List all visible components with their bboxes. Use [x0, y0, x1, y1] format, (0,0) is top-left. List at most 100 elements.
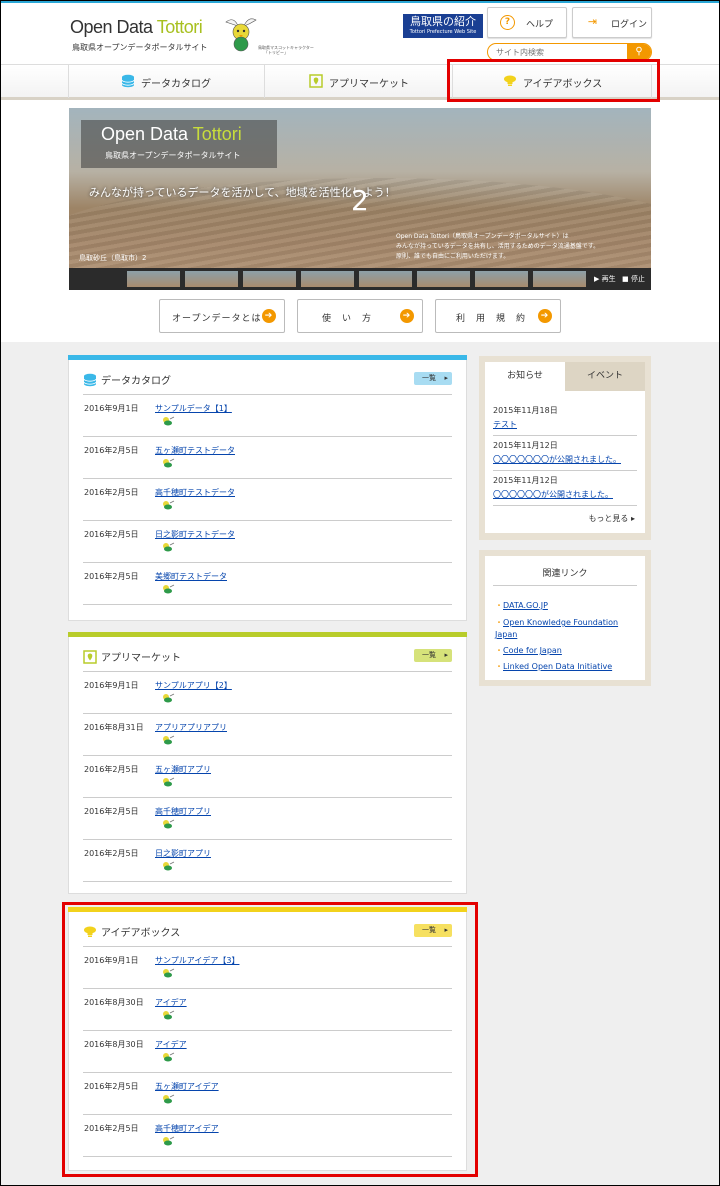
news-link[interactable]: 〇〇〇〇〇〇が公開されました。 [493, 489, 637, 500]
nav-app-market[interactable]: アプリマーケット [264, 65, 452, 98]
mascot-caption: 鳥取県マスコットキャラクター 「トリピー」 [258, 45, 314, 55]
login-icon: ⇥ [587, 15, 598, 28]
database-icon [121, 74, 135, 88]
list-item: 2016年2月5日 五ヶ瀬町アプリ [83, 756, 452, 798]
slide-thumbnail[interactable] [475, 271, 528, 287]
item-link[interactable]: アイデア [155, 997, 187, 1008]
site-header: Open Data Tottori 鳥取県オープンデータポータルサイト 鳥取県マ… [0, 0, 720, 64]
item-link[interactable]: アプリアプリアプリ [155, 722, 227, 733]
item-link[interactable]: 美郷町テストデータ [155, 571, 227, 582]
site-subtitle: 鳥取県オープンデータポータルサイト [72, 43, 208, 52]
site-logo[interactable]: Open Data Tottori [70, 17, 203, 38]
news-item: 2015年11月12日 〇〇〇〇〇〇〇が公開されました。 [493, 440, 637, 471]
list-item: 2016年9月1日 サンプルアプリ【2】 [83, 672, 452, 714]
news-widget: お知らせ イベント 2015年11月18日 テスト 2015年11月12日 〇〇〇〇… [479, 356, 651, 540]
main-nav: データカタログ アプリマーケット アイデアボックス [0, 64, 720, 100]
app-icon [83, 650, 97, 664]
lightbulb-icon [84, 926, 96, 937]
news-item: 2015年11月18日 テスト [493, 405, 637, 436]
slide-thumbnail[interactable] [359, 271, 412, 287]
mascot-icon [163, 861, 175, 871]
terms-button[interactable]: 利 用 規 約 ➔ [435, 299, 561, 333]
list-item: 2016年2月5日 美郷町テストデータ [83, 563, 452, 605]
news-link[interactable]: 〇〇〇〇〇〇〇が公開されました。 [493, 454, 637, 465]
item-link[interactable]: 日之影町テストデータ [155, 529, 235, 540]
list-item: 2016年2月5日 日之影町アプリ [83, 840, 452, 882]
mascot-icon [163, 1052, 175, 1062]
slide-thumbnail[interactable] [243, 271, 296, 287]
related-link[interactable]: ・Open Knowledge Foundation Japan [495, 617, 635, 641]
mascot-icon [163, 500, 175, 510]
catalog-more-button[interactable]: 一覧 [414, 372, 452, 385]
item-link[interactable]: サンプルデータ【1】 [155, 403, 232, 414]
item-link[interactable]: 五ヶ瀬町アプリ [155, 764, 211, 775]
hero-description: Open Data Tottori（鳥取県オープンデータポータルサイト）は みん… [396, 233, 600, 260]
list-item: 2016年2月5日 日之影町テストデータ [83, 521, 452, 563]
mascot-icon [225, 18, 257, 52]
mascot-icon [163, 584, 175, 594]
login-button[interactable]: ⇥ ログイン [572, 7, 652, 38]
item-link[interactable]: 高千穂町アイデア [155, 1123, 219, 1134]
tab-event[interactable]: イベント [565, 362, 645, 391]
news-list: 2015年11月18日 テスト 2015年11月12日 〇〇〇〇〇〇〇が公開されまし… [485, 391, 645, 533]
related-link[interactable]: ・DATA.GO.JP [495, 600, 635, 612]
hero-catchphrase: みんなが持っているデータを活かして、地域を活性化しよう！ [89, 186, 396, 199]
slide-thumbnails: ▶ 再生 ■ 停止 [69, 268, 651, 290]
slide-thumbnail[interactable] [533, 271, 586, 287]
nav-data-catalog[interactable]: データカタログ [68, 65, 264, 98]
search-button[interactable]: ⚲ [627, 44, 651, 60]
app-icon [309, 74, 323, 88]
item-link[interactable]: サンプルアイデア【3】 [155, 955, 239, 966]
item-link[interactable]: 高千穂町テストデータ [155, 487, 235, 498]
ideas-more-button[interactable]: 一覧 [414, 924, 452, 937]
slide-number: 2 [351, 184, 369, 217]
related-links-widget: 関連リンク ・DATA.GO.JP ・Open Knowledge Founda… [479, 550, 651, 686]
item-link[interactable]: アイデア [155, 1039, 187, 1050]
tab-news[interactable]: お知らせ [485, 362, 565, 391]
news-more-link[interactable]: もっと見る ▸ [588, 513, 635, 524]
arrow-right-icon: ➔ [400, 309, 414, 323]
item-link[interactable]: サンプルアプリ【2】 [155, 680, 232, 691]
howto-button[interactable]: 使 い 方 ➔ [297, 299, 423, 333]
database-icon [83, 373, 97, 387]
item-link[interactable]: 高千穂町アプリ [155, 806, 211, 817]
item-link[interactable]: 五ヶ瀬町アイデア [155, 1081, 219, 1092]
list-item: 2016年9月1日 サンプルデータ【1】 [83, 395, 452, 437]
related-link[interactable]: ・Linked Open Data Initiative [495, 661, 635, 673]
mascot-icon [163, 458, 175, 468]
data-catalog-panel: データカタログ 一覧 2016年9月1日サンプルデータ【1】 2016年2月5日… [68, 355, 467, 621]
slide-thumbnail[interactable] [417, 271, 470, 287]
help-button[interactable]: ? ヘルプ [487, 7, 567, 38]
nav-idea-box[interactable]: アイデアボックス [452, 65, 652, 98]
slide-thumbnail[interactable] [301, 271, 354, 287]
mascot-icon [163, 819, 175, 829]
mascot-icon [163, 416, 175, 426]
news-link[interactable]: テスト [493, 419, 637, 430]
list-item: 2016年8月30日 アイデア [83, 989, 452, 1031]
prefecture-link[interactable]: 鳥取県の紹介 Tottori Prefecture Web Site [403, 14, 483, 38]
related-links-title: 関連リンク [542, 569, 588, 579]
panel-title: アイデアボックス [83, 924, 180, 939]
apps-more-button[interactable]: 一覧 [414, 649, 452, 662]
slide-thumbnail[interactable] [127, 271, 180, 287]
question-icon: ? [500, 15, 515, 30]
related-link[interactable]: ・Code for Japan [495, 645, 635, 657]
lightbulb-icon [504, 75, 516, 86]
arrow-right-icon: ➔ [538, 309, 552, 323]
list-item: 2016年2月5日 高千穂町アプリ [83, 798, 452, 840]
item-link[interactable]: 五ヶ瀬町テストデータ [155, 445, 235, 456]
about-opendata-button[interactable]: オープンデータとは ➔ [159, 299, 285, 333]
list-item: 2016年2月5日 高千穂町テストデータ [83, 479, 452, 521]
list-item: 2016年2月5日 高千穂町アイデア [83, 1115, 452, 1157]
search-input[interactable] [496, 46, 626, 58]
site-search: ⚲ [487, 43, 652, 61]
item-link[interactable]: 日之影町アプリ [155, 848, 211, 859]
slide-thumbnail[interactable] [185, 271, 238, 287]
list-item: 2016年8月30日 アイデア [83, 1031, 452, 1073]
mascot-icon [163, 693, 175, 703]
list-item: 2016年2月5日 五ヶ瀬町アイデア [83, 1073, 452, 1115]
stop-button[interactable]: ■ 停止 [622, 274, 645, 284]
play-button[interactable]: ▶ 再生 [594, 274, 616, 284]
news-tabs: お知らせ イベント [485, 362, 645, 391]
search-icon: ⚲ [635, 46, 643, 57]
